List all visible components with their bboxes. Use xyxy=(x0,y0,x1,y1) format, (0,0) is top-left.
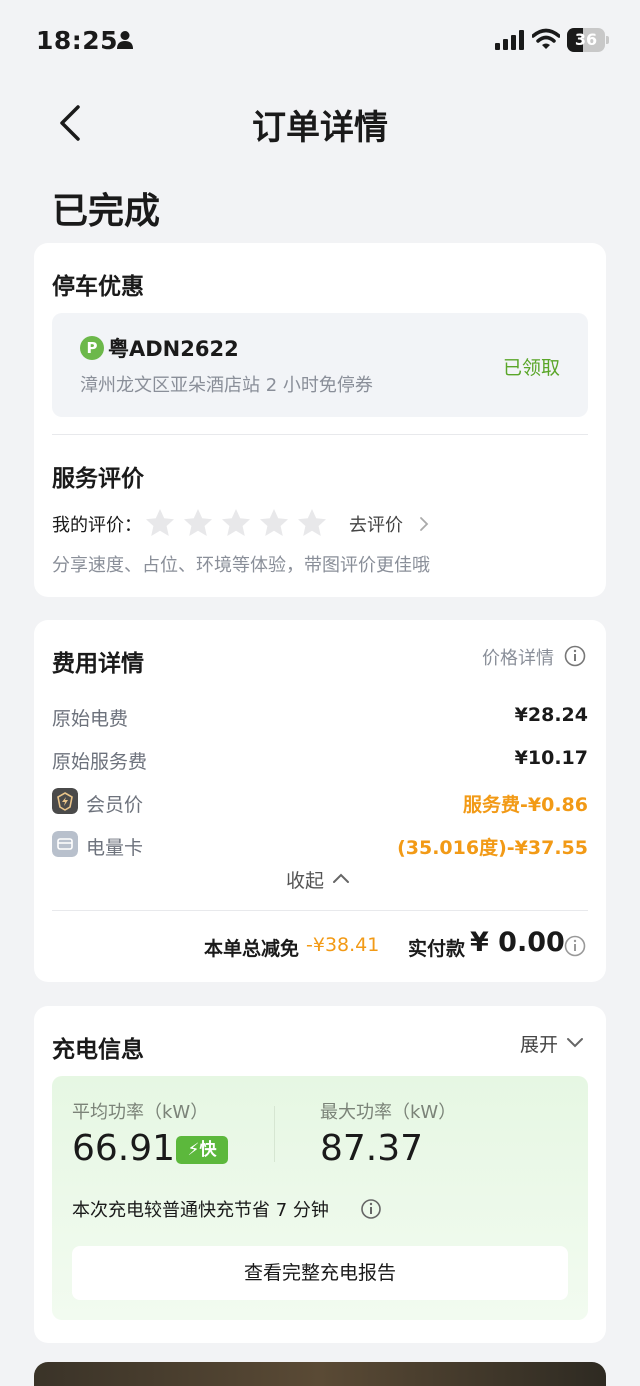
max-power-label: 最大功率（kW） xyxy=(320,1102,457,1123)
price-detail-link[interactable]: 价格详情 xyxy=(482,644,554,670)
wifi-icon xyxy=(532,28,560,49)
chevron-right-icon[interactable] xyxy=(419,516,429,532)
star-icon[interactable] xyxy=(182,507,214,539)
fee-row-electricity: 原始电费 ¥28.24 xyxy=(52,704,588,732)
time-saving-text: 本次充电较普通快充节省 7 分钟 xyxy=(72,1200,329,1221)
battery-indicator: 36 xyxy=(567,28,609,52)
fee-value: ¥28.24 xyxy=(514,704,588,726)
fee-value: (35.016度)-¥37.55 xyxy=(397,837,588,859)
fee-label: 会员价 xyxy=(86,794,144,816)
charging-info-card: 充电信息 展开 平均功率（kW） 66.91 ⚡快 最大功率（kW） 87.37… xyxy=(34,1006,606,1343)
avg-power-value: 66.91 xyxy=(72,1128,176,1169)
fee-label: 电量卡 xyxy=(86,837,144,859)
chevron-down-icon[interactable] xyxy=(566,1037,584,1049)
my-rating-label: 我的评价： xyxy=(52,515,142,536)
info-icon[interactable] xyxy=(564,935,586,957)
divider xyxy=(52,434,588,435)
charging-stats: 平均功率（kW） 66.91 ⚡快 最大功率（kW） 87.37 本次充电较普通… xyxy=(52,1076,588,1320)
divider xyxy=(274,1106,275,1162)
star-icon[interactable] xyxy=(144,507,176,539)
fee-value: ¥10.17 xyxy=(514,747,588,769)
star-icon[interactable] xyxy=(258,507,290,539)
star-icon[interactable] xyxy=(220,507,252,539)
fee-row-member: 会员价 服务费-¥0.86 xyxy=(52,788,588,818)
collapse-button[interactable]: 收起 xyxy=(286,866,324,893)
star-icon[interactable] xyxy=(296,507,328,539)
paid-label: 实付款 xyxy=(408,938,466,960)
total-discount-label: 本单总减免 xyxy=(204,938,300,960)
expand-button[interactable]: 展开 xyxy=(520,1030,558,1057)
paid-value: ¥ 0.00 xyxy=(470,927,565,958)
status-bar: 18:25 36 xyxy=(0,0,640,84)
parking-review-card: 停车优惠 P 粤ADN2622 漳州龙文区亚朵酒店站 2 小时免停券 已领取 服… xyxy=(34,243,606,597)
status-time: 18:25 xyxy=(36,26,119,55)
info-icon[interactable] xyxy=(360,1198,382,1220)
fee-section-title: 费用详情 xyxy=(52,651,144,677)
review-section-title: 服务评价 xyxy=(52,466,144,492)
parking-coupon[interactable]: P 粤ADN2622 漳州龙文区亚朵酒店站 2 小时免停券 已领取 xyxy=(52,313,588,417)
charging-section-title: 充电信息 xyxy=(52,1037,144,1063)
fee-value: 服务费-¥0.86 xyxy=(463,794,588,816)
person-icon xyxy=(117,31,133,49)
battery-level: 36 xyxy=(574,30,598,49)
total-discount-value: -¥38.41 xyxy=(306,934,380,956)
chevron-up-icon[interactable] xyxy=(332,872,350,884)
fee-details-card: 费用详情 价格详情 原始电费 ¥28.24 原始服务费 ¥10.17 会员价 服… xyxy=(34,620,606,982)
divider xyxy=(52,910,588,911)
parking-icon: P xyxy=(80,336,104,360)
fee-row-service: 原始服务费 ¥10.17 xyxy=(52,747,588,775)
order-status: 已完成 xyxy=(52,191,161,232)
total-row: 本单总减免 -¥38.41 实付款 ¥ 0.00 xyxy=(34,927,606,962)
avg-power-label: 平均功率（kW） xyxy=(72,1102,209,1123)
fee-label: 原始电费 xyxy=(52,708,129,730)
fee-row-energy-card: 电量卡 (35.016度)-¥37.55 xyxy=(52,831,588,861)
member-badge-icon xyxy=(52,788,78,814)
coupon-status: 已领取 xyxy=(502,357,560,379)
card-icon xyxy=(52,831,78,857)
fast-charge-badge: ⚡快 xyxy=(176,1136,228,1164)
license-plate: 粤ADN2622 xyxy=(108,337,239,361)
parking-section-title: 停车优惠 xyxy=(52,274,144,300)
go-rate-link[interactable]: 去评价 xyxy=(349,511,403,537)
view-report-button[interactable]: 查看完整充电报告 xyxy=(72,1246,568,1300)
rating-hint: 分享速度、占位、环境等体验，带图评价更佳哦 xyxy=(52,555,430,576)
coupon-description: 漳州龙文区亚朵酒店站 2 小时免停券 xyxy=(80,375,373,396)
fee-label: 原始服务费 xyxy=(52,751,148,773)
max-power-value: 87.37 xyxy=(320,1128,424,1169)
info-icon[interactable] xyxy=(564,645,586,667)
promo-banner[interactable] xyxy=(34,1362,606,1386)
page-title: 订单详情 xyxy=(252,108,388,148)
cellular-signal-icon xyxy=(495,30,524,50)
